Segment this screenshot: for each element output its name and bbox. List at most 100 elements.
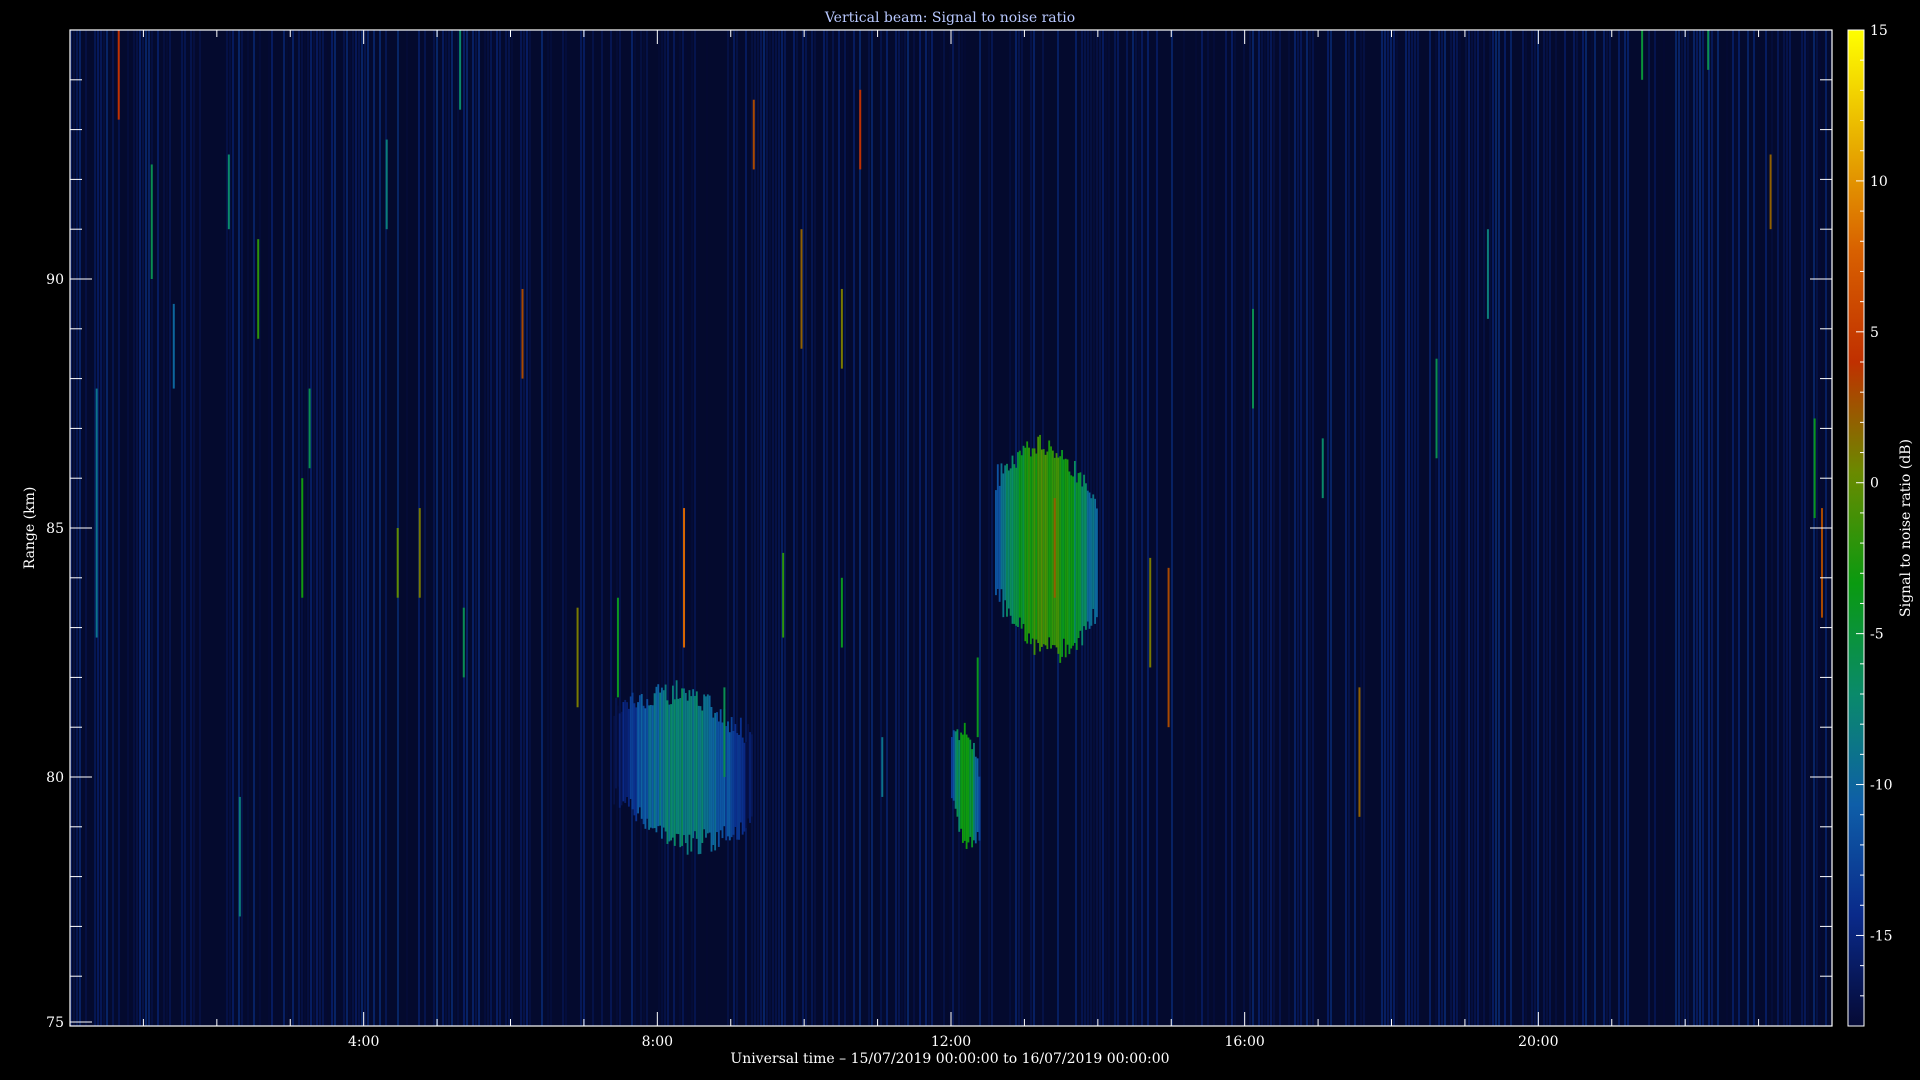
echo-column [697, 705, 700, 855]
noise-column [1534, 30, 1536, 1026]
noise-column [259, 30, 261, 1026]
echo-column [1028, 447, 1030, 634]
x-tick-label: 20:00 [1518, 1034, 1558, 1050]
noise-column [142, 30, 144, 1026]
noise-column [283, 30, 285, 1026]
noise-column [331, 30, 333, 1026]
noise-column [166, 30, 168, 1026]
echo-column [1017, 452, 1019, 628]
echo-column [1073, 460, 1076, 643]
echo-column [631, 692, 634, 810]
echo-column [1048, 440, 1051, 638]
echo-column [1055, 453, 1058, 648]
echo-column [965, 734, 968, 849]
meteor-streak [881, 737, 884, 797]
noise-column [673, 30, 675, 1026]
noise-column [643, 30, 645, 1026]
noise-column [1348, 30, 1350, 1026]
echo-column [688, 690, 691, 835]
noise-column [1294, 30, 1296, 1026]
echo-column [1084, 483, 1087, 630]
noise-column [919, 30, 921, 1026]
noise-column [292, 30, 294, 1026]
noise-column [1504, 30, 1506, 1026]
noise-column [148, 30, 150, 1026]
echo-column [672, 685, 674, 838]
noise-column [1201, 30, 1203, 1026]
noise-column [1789, 30, 1791, 1026]
meteor-streak [172, 303, 175, 389]
noise-column [1273, 30, 1275, 1026]
echo-column [995, 490, 997, 596]
echo-column [1022, 445, 1025, 624]
y-axis-label: Range (km) [22, 487, 38, 570]
echo-column [706, 694, 709, 834]
noise-column [1252, 30, 1254, 1026]
noise-column [1678, 30, 1680, 1026]
echo-column [1015, 467, 1018, 626]
echo-column [738, 734, 740, 840]
noise-column [298, 30, 300, 1026]
echo-column [1092, 494, 1095, 609]
echo-column [692, 689, 695, 839]
echo-column [1059, 456, 1062, 663]
meteor-streak [150, 164, 153, 279]
noise-column [619, 30, 621, 1026]
noise-column [1624, 30, 1626, 1026]
meteor-streak [257, 239, 260, 339]
echo-column [1064, 458, 1067, 658]
echo-column [675, 680, 678, 834]
colorbar-tick-label: -15 [1870, 928, 1893, 944]
echo-column [747, 724, 750, 819]
noise-column [1396, 30, 1398, 1026]
noise-column [562, 30, 564, 1026]
y-tick-label: 85 [46, 521, 64, 537]
echo-column [721, 722, 724, 839]
noise-column [895, 30, 897, 1026]
noise-column [958, 30, 960, 1026]
noise-column [949, 30, 951, 1026]
noise-column [103, 30, 105, 1026]
noise-column [463, 30, 465, 1026]
noise-column [1126, 30, 1128, 1026]
noise-column [1480, 30, 1482, 1026]
noise-column [364, 30, 366, 1026]
noise-column [1711, 30, 1713, 1026]
noise-column [1753, 30, 1755, 1026]
noise-column [1555, 30, 1557, 1026]
noise-column [1702, 30, 1704, 1026]
echo-column [745, 741, 748, 829]
noise-column [184, 30, 186, 1026]
noise-column [247, 30, 249, 1026]
echo-column [1051, 450, 1054, 646]
noise-column [136, 30, 138, 1026]
noise-column [1537, 30, 1539, 1026]
echo-column [1050, 446, 1052, 649]
noise-column [454, 30, 456, 1026]
echo-column [1081, 486, 1084, 646]
noise-column [658, 30, 660, 1026]
noise-column [1618, 30, 1620, 1026]
noise-column [1141, 30, 1143, 1026]
noise-column [1300, 30, 1302, 1026]
echo-column [1037, 436, 1040, 644]
echo-column [727, 721, 729, 837]
noise-column [1309, 30, 1311, 1026]
echo-column [974, 756, 977, 844]
noise-column [1195, 30, 1197, 1026]
echo-column [657, 684, 660, 827]
echo-column [996, 464, 999, 589]
noise-column [325, 30, 327, 1026]
echo-column [637, 702, 639, 814]
y-tick-label: 80 [46, 770, 64, 786]
noise-column [1387, 30, 1389, 1026]
noise-column [1411, 30, 1413, 1026]
meteor-streak [1358, 687, 1361, 817]
echo-column [973, 742, 975, 841]
echo-column [627, 708, 630, 807]
echo-column [666, 700, 669, 844]
noise-column [1405, 30, 1407, 1026]
noise-column [784, 30, 786, 1026]
noise-column [1675, 30, 1677, 1026]
noise-column [1495, 30, 1497, 1026]
